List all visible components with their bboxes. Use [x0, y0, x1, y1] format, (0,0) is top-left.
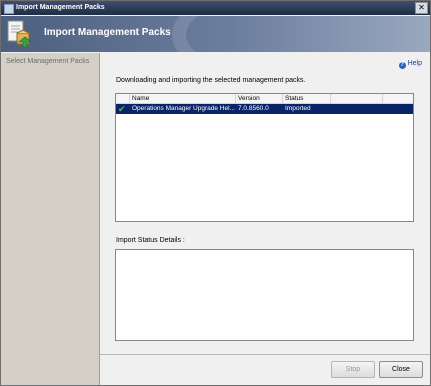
- row-status: Imported: [285, 105, 311, 112]
- title-bar: Import Management Packs ✕: [1, 1, 430, 15]
- help-link[interactable]: ? Help: [398, 60, 422, 69]
- column-header-icon: [116, 94, 130, 103]
- management-pack-list[interactable]: Name Version Status ✔ Operations Manager…: [115, 93, 414, 222]
- list-header: Name Version Status: [116, 94, 413, 104]
- header-banner: Import Management Packs: [1, 16, 430, 52]
- close-window-button[interactable]: ✕: [415, 2, 428, 14]
- row-version: 7.0.8560.0: [238, 105, 269, 112]
- column-header-version[interactable]: Version: [236, 94, 283, 103]
- main-content: ? Help Downloading and importing the sele…: [100, 53, 430, 353]
- import-status-details-label: Import Status Details :: [116, 237, 185, 244]
- close-button[interactable]: Close: [379, 361, 423, 378]
- banner-title: Import Management Packs: [44, 27, 171, 38]
- window-icon: [4, 4, 14, 14]
- wizard-nav: Select Management Packs: [1, 53, 100, 385]
- management-pack-icon: [7, 20, 32, 48]
- column-header-name[interactable]: Name: [130, 94, 236, 103]
- import-management-packs-window: Import Management Packs ✕ Import Managem…: [0, 0, 431, 386]
- stop-button[interactable]: Stop: [331, 361, 375, 378]
- row-name: Operations Manager Upgrade Hel...: [132, 105, 235, 112]
- progress-description: Downloading and importing the selected m…: [116, 77, 306, 84]
- column-header-empty: [331, 94, 383, 103]
- list-item[interactable]: ✔ Operations Manager Upgrade Hel... 7.0.…: [116, 104, 413, 114]
- nav-item-select-management-packs[interactable]: Select Management Packs: [6, 58, 89, 65]
- help-label: Help: [407, 60, 422, 67]
- help-icon: ?: [398, 62, 406, 69]
- import-status-details-box[interactable]: [115, 249, 414, 341]
- footer-divider: [100, 354, 430, 355]
- check-icon: ✔: [118, 104, 126, 114]
- window-title: Import Management Packs: [16, 4, 105, 11]
- banner-decoration: [172, 16, 430, 52]
- column-header-status[interactable]: Status: [283, 94, 331, 103]
